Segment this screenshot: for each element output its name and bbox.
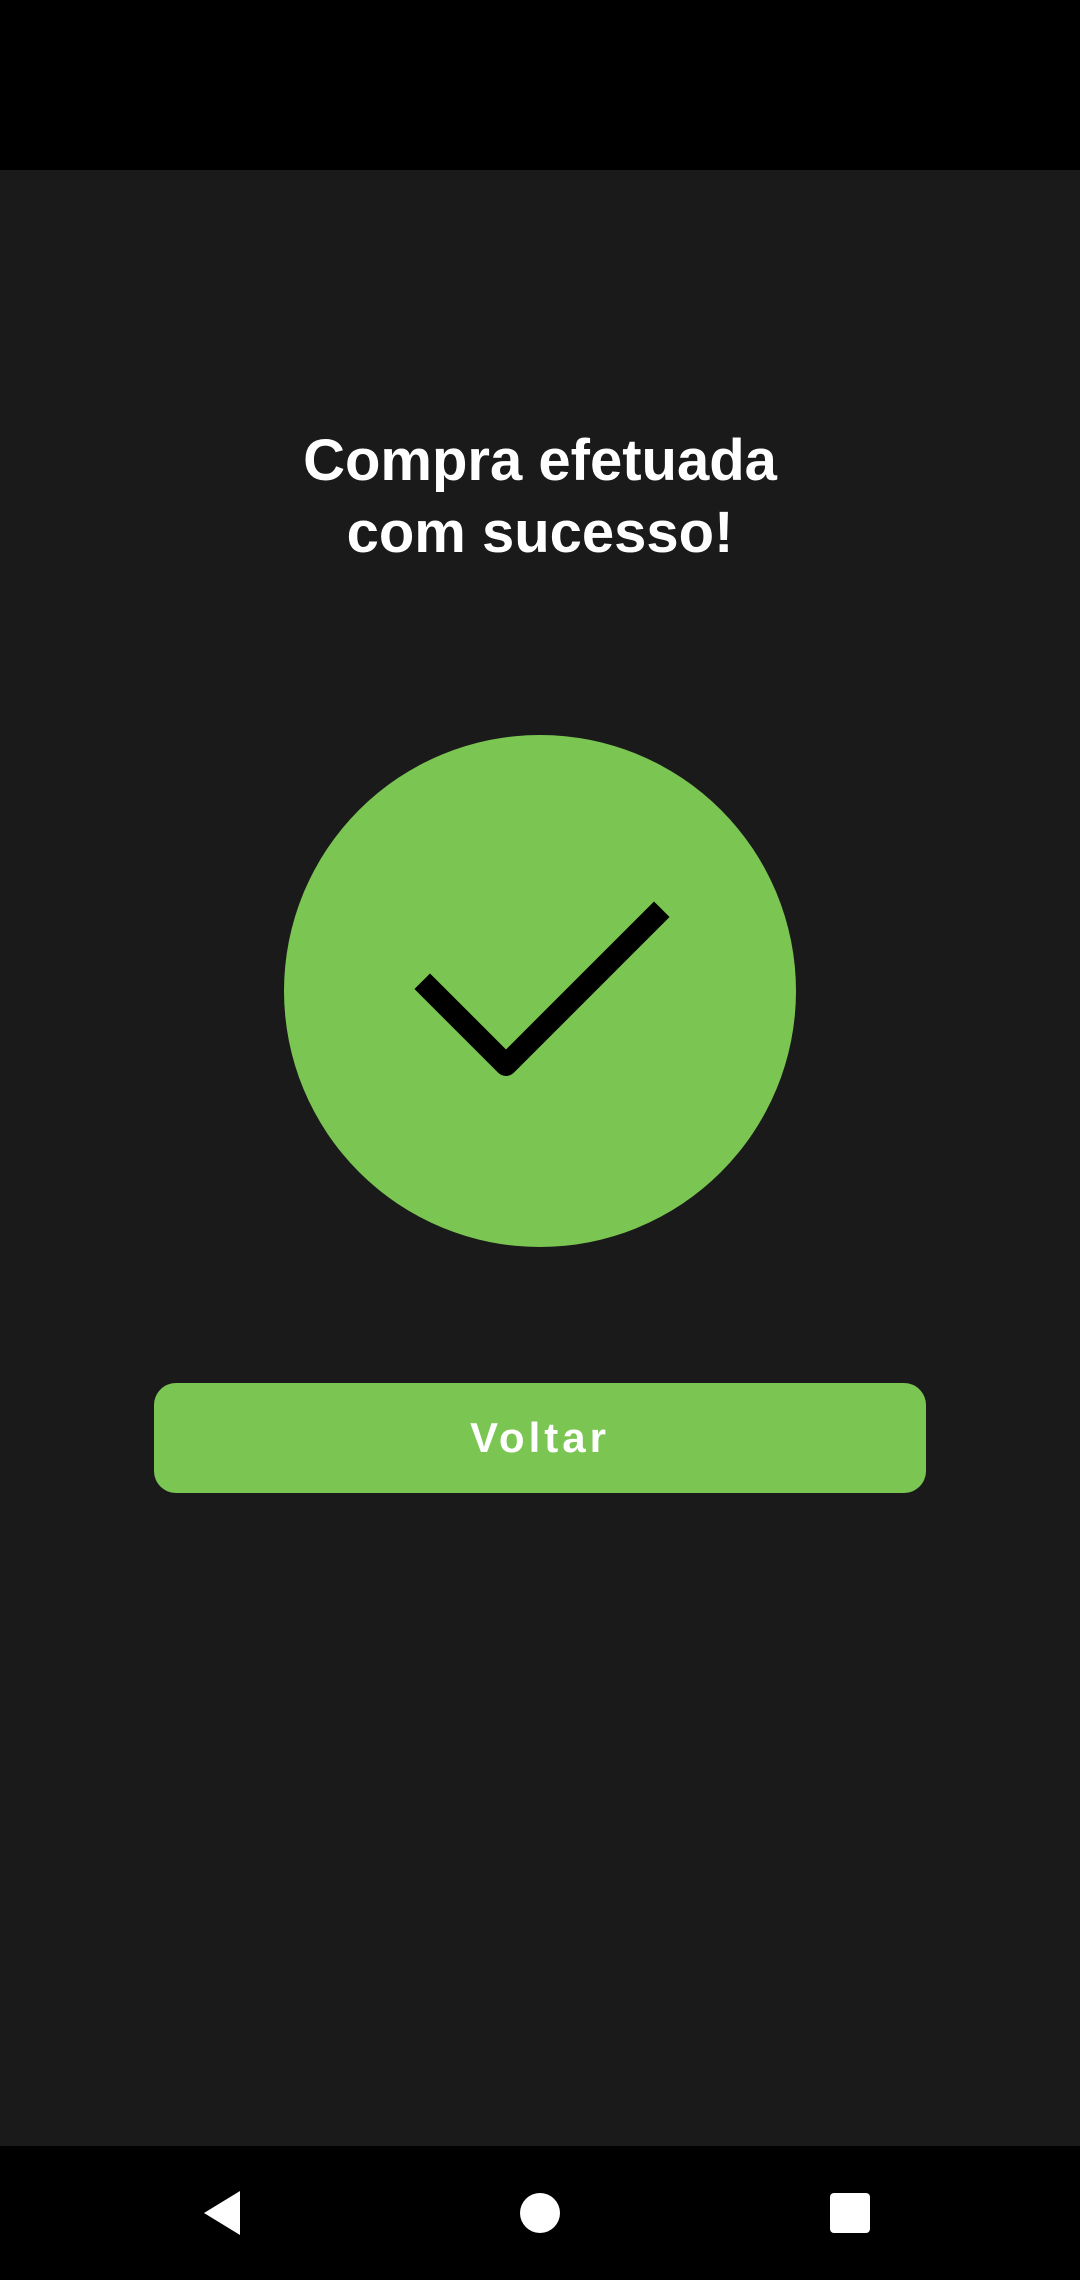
checkmark-icon (414, 901, 670, 1076)
nav-recents-icon (830, 2193, 870, 2233)
status-bar (0, 0, 1080, 170)
back-button[interactable]: Voltar (154, 1383, 926, 1493)
title-line-1: Compra efetuada (303, 428, 777, 493)
page-title: Compra efetuada com sucesso! (0, 425, 1080, 569)
nav-recents-button[interactable] (790, 2146, 910, 2280)
nav-home-button[interactable] (480, 2146, 600, 2280)
title-line-2: com sucesso! (346, 500, 734, 565)
success-circle (284, 735, 796, 1247)
nav-back-button[interactable] (165, 2146, 285, 2280)
navigation-bar (0, 2146, 1080, 2280)
nav-back-icon (204, 2191, 240, 2235)
nav-home-icon (520, 2193, 560, 2233)
